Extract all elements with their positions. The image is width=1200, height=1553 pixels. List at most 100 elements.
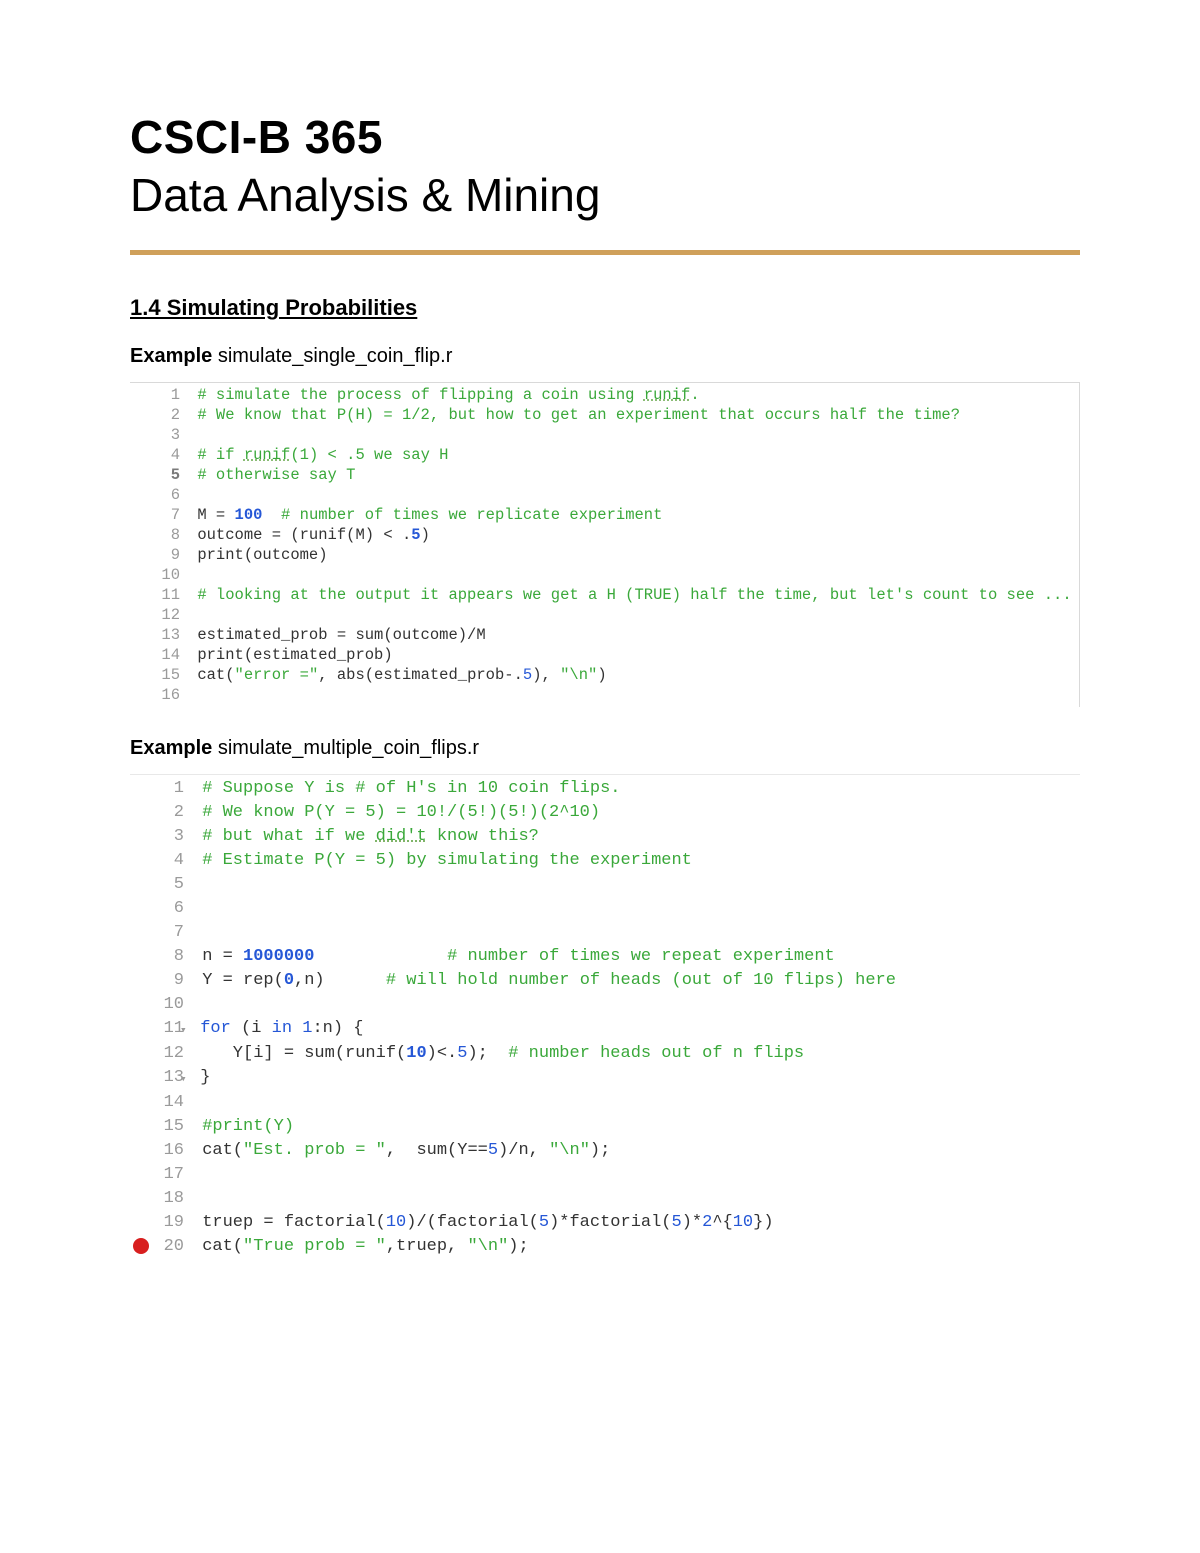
line-number: 18 <box>152 1187 192 1211</box>
example2-filename: simulate_multiple_coin_flips.r <box>218 737 479 759</box>
code-text: # Suppose Y is # of H's in 10 coin flips… <box>192 777 1080 801</box>
line-number: 16 <box>152 1139 192 1163</box>
course-code: CSCI-B 365 <box>130 110 1080 164</box>
code-text: truep = factorial(10)/(factorial(5)*fact… <box>192 1211 1080 1235</box>
code-text: cat("Est. prob = ", sum(Y==5)/n, "\n"); <box>192 1139 1080 1163</box>
line-number: 4 <box>152 445 188 465</box>
code-line: 20 cat("True prob = ",truep, "\n"); <box>130 1235 1080 1260</box>
code-text: estimated_prob = sum(outcome)/M <box>188 625 1079 645</box>
line-number: 12 <box>152 605 188 625</box>
code-text: # We know that P(H) = 1/2, but how to ge… <box>188 405 1079 425</box>
code-line: 1 # simulate the process of flipping a c… <box>130 385 1079 405</box>
code-text: Y[i] = sum(runif(10)<.5); # number heads… <box>192 1042 1080 1066</box>
code-line: 11 # looking at the output it appears we… <box>130 585 1079 605</box>
line-number: 9 <box>152 545 188 565</box>
code-line: 5 <box>130 873 1080 897</box>
fold-marker-icon[interactable]: ▾ <box>180 1019 190 1043</box>
code-text: #print(Y) <box>192 1115 1080 1139</box>
code-text: cat("True prob = ",truep, "\n"); <box>192 1235 1080 1259</box>
code-text: cat("error =", abs(estimated_prob-.5), "… <box>188 665 1079 685</box>
code-line: 3 # but what if we did't know this? <box>130 825 1080 849</box>
line-number: 4 <box>152 849 192 873</box>
code-text: ▾ for (i in 1:n) { <box>192 1017 1080 1042</box>
code-line: 6 <box>130 897 1080 921</box>
line-number: 8 <box>152 945 192 969</box>
document-page: CSCI-B 365 Data Analysis & Mining 1.4 Si… <box>0 0 1200 1553</box>
code-line: 12 Y[i] = sum(runif(10)<.5); # number he… <box>130 1042 1080 1066</box>
example2-label-prefix: Example <box>130 737 212 759</box>
code-text: # but what if we did't know this? <box>192 825 1080 849</box>
code-block-1: 1 # simulate the process of flipping a c… <box>130 382 1080 707</box>
code-text <box>192 1091 1080 1115</box>
line-number: 1 <box>152 777 192 801</box>
code-line: 8 outcome = (runif(M) < .5) <box>130 525 1079 545</box>
example2-label: Example simulate_multiple_coin_flips.r <box>130 737 1080 760</box>
code-line: 9 print(outcome) <box>130 545 1079 565</box>
code-line: 5 # otherwise say T <box>130 465 1079 485</box>
code-line: 14 print(estimated_prob) <box>130 645 1079 665</box>
code-line: 3 <box>130 425 1079 445</box>
example1-label-prefix: Example <box>130 345 212 367</box>
line-number: 10 <box>152 565 188 585</box>
code-text: ▾ } <box>192 1066 1080 1091</box>
section-title: 1.4 Simulating Probabilities <box>130 295 1080 321</box>
code-line: 16 cat("Est. prob = ", sum(Y==5)/n, "\n"… <box>130 1139 1080 1163</box>
line-number: 2 <box>152 801 192 825</box>
line-number: 16 <box>152 685 188 705</box>
example1-label: Example simulate_single_coin_flip.r <box>130 345 1080 368</box>
line-number: 7 <box>152 505 188 525</box>
code-line: 6 <box>130 485 1079 505</box>
code-line: 15 #print(Y) <box>130 1115 1080 1139</box>
code-text <box>192 1187 1080 1211</box>
code-line: 16 <box>130 685 1079 705</box>
code-text: # otherwise say T <box>188 465 1079 485</box>
code-text <box>188 485 1079 505</box>
line-number: 13 <box>152 625 188 645</box>
code-text: # if runif(1) < .5 we say H <box>188 445 1079 465</box>
line-number: 11 <box>152 585 188 605</box>
line-number: 1 <box>152 385 188 405</box>
code-line: 11▾ for (i in 1:n) { <box>130 1017 1080 1042</box>
fold-marker-icon[interactable]: ▾ <box>180 1068 190 1092</box>
code-text <box>188 685 1079 705</box>
line-number: 10 <box>152 993 192 1017</box>
code-line: 4 # Estimate P(Y = 5) by simulating the … <box>130 849 1080 873</box>
line-number: 6 <box>152 897 192 921</box>
code-line: 2 # We know P(Y = 5) = 10!/(5!)(5!)(2^10… <box>130 801 1080 825</box>
line-number: 12 <box>152 1042 192 1066</box>
code-line: 13 estimated_prob = sum(outcome)/M <box>130 625 1079 645</box>
code-text: Y = rep(0,n) # will hold number of heads… <box>192 969 1080 993</box>
header-divider <box>130 250 1080 255</box>
code-line: 7 <box>130 921 1080 945</box>
code-text: # simulate the process of flipping a coi… <box>188 385 1079 405</box>
line-number: 6 <box>152 485 188 505</box>
code-text: # Estimate P(Y = 5) by simulating the ex… <box>192 849 1080 873</box>
line-number: 20 <box>152 1235 192 1259</box>
code-line: 2 # We know that P(H) = 1/2, but how to … <box>130 405 1079 425</box>
line-number: 3 <box>152 825 192 849</box>
line-number: 3 <box>152 425 188 445</box>
line-number: 5 <box>152 873 192 897</box>
breakpoint-gutter[interactable] <box>130 1235 152 1260</box>
code-line: 12 <box>130 605 1079 625</box>
line-number: 15 <box>152 665 188 685</box>
line-number: 8 <box>152 525 188 545</box>
code-text <box>192 897 1080 921</box>
code-text: # We know P(Y = 5) = 10!/(5!)(5!)(2^10) <box>192 801 1080 825</box>
code-line: 14 <box>130 1091 1080 1115</box>
line-number: 2 <box>152 405 188 425</box>
code-line: 8 n = 1000000 # number of times we repea… <box>130 945 1080 969</box>
code-line: 4 # if runif(1) < .5 we say H <box>130 445 1079 465</box>
code-text <box>188 425 1079 445</box>
course-title: Data Analysis & Mining <box>130 168 1080 222</box>
code-text: print(outcome) <box>188 545 1079 565</box>
line-number: 7 <box>152 921 192 945</box>
breakpoint-icon[interactable] <box>133 1238 149 1254</box>
code-text: outcome = (runif(M) < .5) <box>188 525 1079 545</box>
line-number: 5 <box>152 465 188 485</box>
line-number: 19 <box>152 1211 192 1235</box>
code-line: 19 truep = factorial(10)/(factorial(5)*f… <box>130 1211 1080 1235</box>
code-line: 13▾ } <box>130 1066 1080 1091</box>
code-text <box>192 1163 1080 1187</box>
code-line: 1 # Suppose Y is # of H's in 10 coin fli… <box>130 777 1080 801</box>
